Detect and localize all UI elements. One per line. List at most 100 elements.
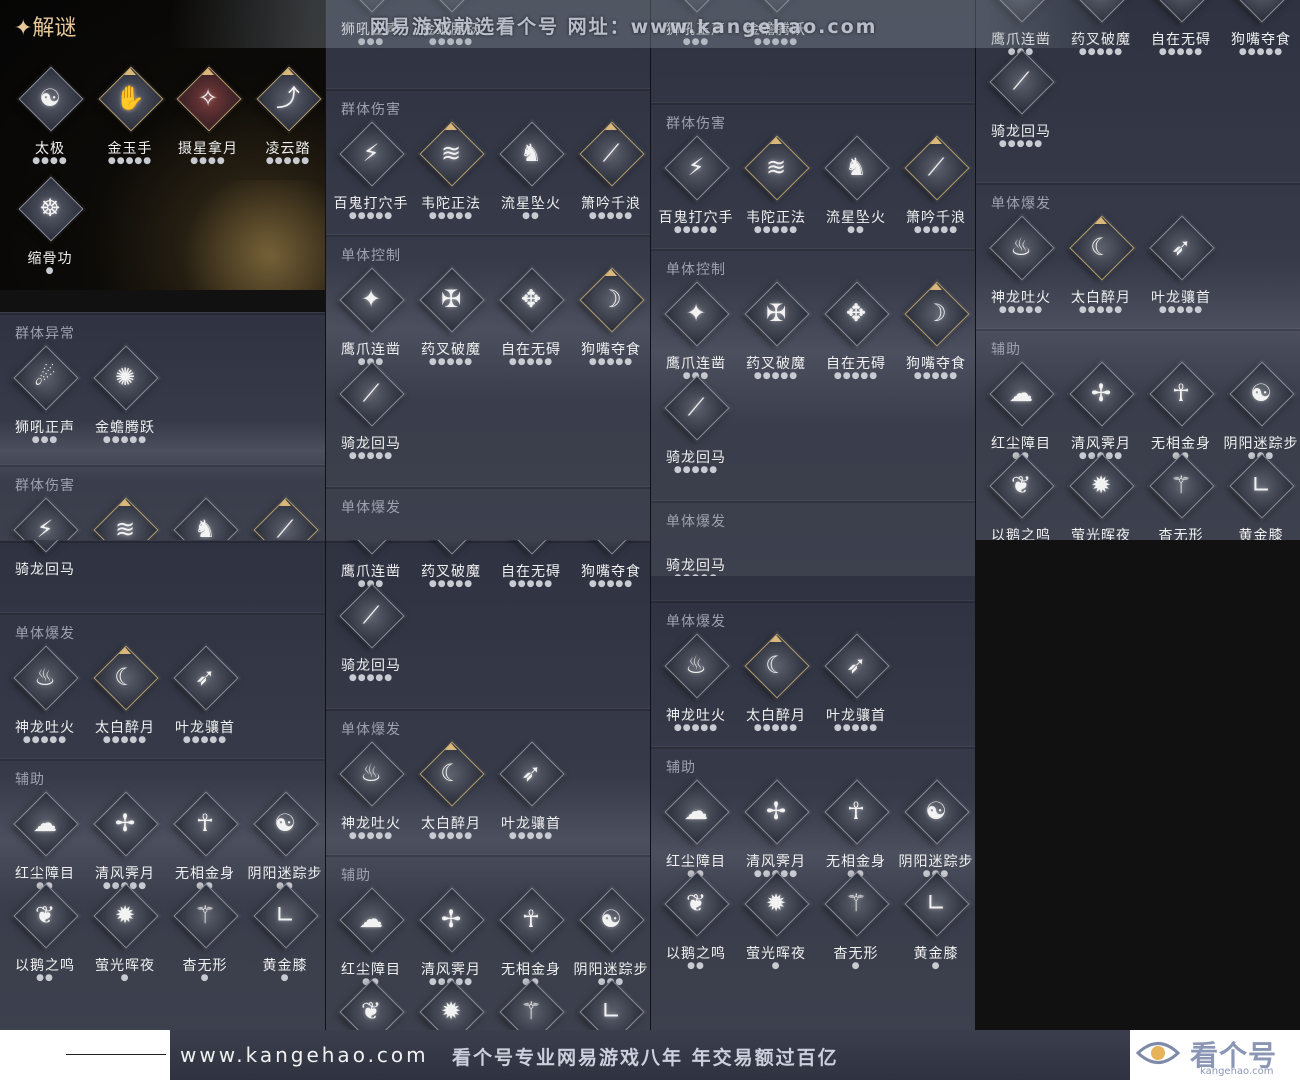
skill-knee[interactable]: ∟ 黄金膝: [1221, 453, 1300, 540]
fire-icon: ♨: [685, 651, 707, 679]
skill-goose[interactable]: ❦: [331, 979, 411, 1030]
skill-knee[interactable]: ∟ 黄金膝 ●: [896, 871, 975, 971]
skill-shadow[interactable]: ⚚ 杳无形 ●: [816, 871, 896, 971]
skill-level-dots: ●●●●●: [1158, 47, 1204, 57]
skill-firefly[interactable]: ✹: [411, 979, 491, 1030]
skill-free[interactable]: ✥ 自在无碍●●●●●: [816, 281, 896, 381]
skill-monk[interactable]: ☥无相金身●●: [816, 779, 896, 879]
free-icon: ✥: [1141, 0, 1221, 11]
skill-goose[interactable]: ❦ 以鹅之鸣 ●●: [656, 871, 736, 971]
skill-monk[interactable]: ☥无相金身●●: [491, 887, 571, 987]
gold-marker-icon: [930, 283, 942, 290]
skill-wave[interactable]: ≋: [85, 497, 165, 540]
skill-moon[interactable]: ☾ 太白醉月 ●●●●●: [736, 633, 816, 733]
panel-col2b: ✦鹰爪连凿●●●✠药叉破魔●●●●●✥自在无碍●●●●●☽狗嘴夺食●●●●● ⟋骑…: [326, 540, 650, 1030]
skill-dust[interactable]: ☁红尘障目●●: [331, 887, 411, 987]
skill-firefly[interactable]: ✹ 萤光晖夜: [1061, 453, 1141, 540]
skill-fire[interactable]: ♨ 神龙吐火 ●●●●●: [981, 215, 1061, 315]
skill-dog[interactable]: ☽ 狗嘴夺食●●●●●: [896, 281, 975, 381]
section-title: 辅助: [991, 342, 1021, 358]
section-title: 单体控制: [666, 262, 726, 278]
skill-knee[interactable]: ∟ 黄金膝 ●: [245, 883, 325, 983]
skill-free[interactable]: ✥ 自在无碍●●●●●: [1141, 0, 1221, 57]
skill-eagle[interactable]: ✦鹰爪连凿●●●: [656, 281, 736, 381]
bottom-divider: [66, 1054, 166, 1055]
skill-dust[interactable]: ☁红尘障目●●: [981, 361, 1061, 461]
skill-fire[interactable]: ♨ 神龙吐火 ●●●●●: [331, 741, 411, 841]
skill-dragon[interactable]: ⟋ 骑龙回马 ●●●●●: [331, 361, 411, 461]
skill-monk[interactable]: ☥无相金身●●: [165, 791, 245, 891]
skill-dog[interactable]: ☽ 狗嘴夺食●●●●●: [571, 540, 650, 589]
skill-demon[interactable]: ✠ 药叉破魔●●●●●: [411, 540, 491, 589]
skill-horse[interactable]: ♞ 流星坠火 ●●: [816, 135, 896, 235]
skill-name: 狗嘴夺食: [581, 564, 641, 580]
skill-dragon[interactable]: ⟋ 骑龙回马: [5, 540, 85, 587]
skill-yinyang[interactable]: ☯阴阳迷踪步●●●: [1221, 361, 1300, 461]
skill-free[interactable]: ✥ 自在无碍●●●●●: [491, 540, 571, 589]
skill-level-dots: ●●●●●: [348, 673, 394, 683]
skill-sword[interactable]: ⟋ 箫吟千浪 ●●●●●: [896, 135, 975, 235]
skill-name: 箫吟千浪: [581, 196, 641, 212]
skill-shadow[interactable]: ⚚ 杳无形 ●: [165, 883, 245, 983]
skill-firefly[interactable]: ✹ 萤光晖夜 ●: [85, 883, 165, 983]
shadow-icon: ⚚: [1170, 471, 1192, 499]
skill-moon[interactable]: ☾ 太白醉月 ●●●●●: [1061, 215, 1141, 315]
skill-moon[interactable]: ☾ 太白醉月 ●●●●●: [411, 741, 491, 841]
skill-roar[interactable]: ☄ 狮吼正声●●●: [5, 345, 85, 445]
skill-wind[interactable]: ✢清风霁月●●●●●: [1061, 361, 1141, 461]
skill-lightning[interactable]: ⚡ 百鬼打穴手 ●●●●●: [331, 121, 411, 221]
skill-horse[interactable]: ♞: [165, 497, 245, 540]
skill-dust[interactable]: ☁红尘障目●●: [5, 791, 85, 891]
skill-fire[interactable]: ♨ 神龙吐火 ●●●●●: [656, 633, 736, 733]
skill-wave[interactable]: ≋ 韦陀正法 ●●●●●: [736, 135, 816, 235]
skill-knee[interactable]: ∟: [571, 979, 650, 1030]
skill-horse[interactable]: ♞ 流星坠火 ●●: [491, 121, 571, 221]
skill-dog[interactable]: ☽ 狗嘴夺食●●●●●: [571, 267, 650, 367]
skill-taiji[interactable]: ☯ 太极 ●●●●: [10, 66, 90, 166]
skill-dog[interactable]: ☽ 狗嘴夺食●●●●●: [1221, 0, 1300, 57]
skill-toad[interactable]: ✺ 金蟾腾跃●●●●●: [85, 345, 165, 445]
skill-moon[interactable]: ☾ 太白醉月 ●●●●●: [85, 645, 165, 745]
skill-archer[interactable]: ➶ 叶龙骧首 ●●●●●: [491, 741, 571, 841]
skill-wind[interactable]: ✢清风霁月●●●●●: [411, 887, 491, 987]
skill-dragon[interactable]: ⟋ 骑龙回马 ●●●●●: [331, 583, 411, 683]
skill-kick[interactable]: ⤴ 凌云踏 ●●●●●: [248, 66, 325, 166]
eagle-icon: ✦: [685, 299, 707, 327]
skill-yinyang[interactable]: ☯阴阳迷踪步●●: [245, 791, 325, 891]
skill-shadow[interactable]: ⚚ 杳无形: [1141, 453, 1221, 540]
skill-name: 黄金膝: [913, 946, 959, 962]
skill-archer[interactable]: ➶ 叶龙骧首 ●●●●●: [1141, 215, 1221, 315]
skill-wave[interactable]: ≋ 韦陀正法 ●●●●●: [411, 121, 491, 221]
skill-demon[interactable]: ✠ 药叉破魔●●●●●: [736, 281, 816, 381]
skill-eagle[interactable]: ✦鹰爪连凿●●●: [331, 540, 411, 589]
skill-dragon[interactable]: ⟋ 骑龙回马 ●●●●●: [981, 49, 1061, 149]
skill-demon[interactable]: ✠ 药叉破魔●●●●●: [411, 267, 491, 367]
skill-shadow[interactable]: ⚚: [491, 979, 571, 1030]
skill-body[interactable]: ☸ 缩骨功 ●: [10, 176, 90, 276]
skill-level-dots: ●: [45, 266, 55, 276]
skill-dust[interactable]: ☁红尘障目●●: [656, 779, 736, 879]
skill-monk[interactable]: ☥无相金身●●: [1141, 361, 1221, 461]
skill-fire[interactable]: ♨ 神龙吐火 ●●●●●: [5, 645, 85, 745]
skill-sword[interactable]: ⟋: [245, 497, 325, 540]
skill-yinyang[interactable]: ☯阴阳迷踪步●●●: [571, 887, 650, 987]
skill-free[interactable]: ✥ 自在无碍●●●●●: [491, 267, 571, 367]
skill-archer[interactable]: ➶ 叶龙骧首 ●●●●●: [165, 645, 245, 745]
skill-wind[interactable]: ✢清风霁月●●●●●: [85, 791, 165, 891]
skill-goose[interactable]: ❦ 以鹅之鸣: [981, 453, 1061, 540]
skill-sword[interactable]: ⟋ 箫吟千浪 ●●●●●: [571, 121, 650, 221]
skill-dragon[interactable]: ⟋ 骑龙回马 ●●●●●: [656, 375, 736, 475]
skill-level-dots: ●●●●●: [998, 305, 1044, 315]
skill-eagle[interactable]: ✦鹰爪连凿●●●: [331, 267, 411, 367]
skill-section: 单体控制✦鹰爪连凿●●●✠药叉破魔●●●●●✥自在无碍●●●●●☽狗嘴夺食●●●…: [326, 234, 650, 461]
skill-dragon-partial[interactable]: 骑龙回马●●●●●: [656, 487, 736, 576]
skill-archer[interactable]: ➶ 叶龙骧首 ●●●●●: [816, 633, 896, 733]
skill-lightning[interactable]: ⚡ 百鬼打穴手 ●●●●●: [656, 135, 736, 235]
skill-lightning[interactable]: ⚡: [5, 497, 85, 540]
skill-firefly[interactable]: ✹ 萤光晖夜 ●: [736, 871, 816, 971]
skill-star[interactable]: ✧ 摄星拿月 ●●●●: [168, 66, 248, 166]
skill-wind[interactable]: ✢清风霁月●●●●●: [736, 779, 816, 879]
skill-hand[interactable]: ✋ 金玉手 ●●●●●: [90, 66, 170, 166]
skill-goose[interactable]: ❦ 以鹅之鸣 ●●: [5, 883, 85, 983]
skill-yinyang[interactable]: ☯阴阳迷踪步●●●: [896, 779, 975, 879]
